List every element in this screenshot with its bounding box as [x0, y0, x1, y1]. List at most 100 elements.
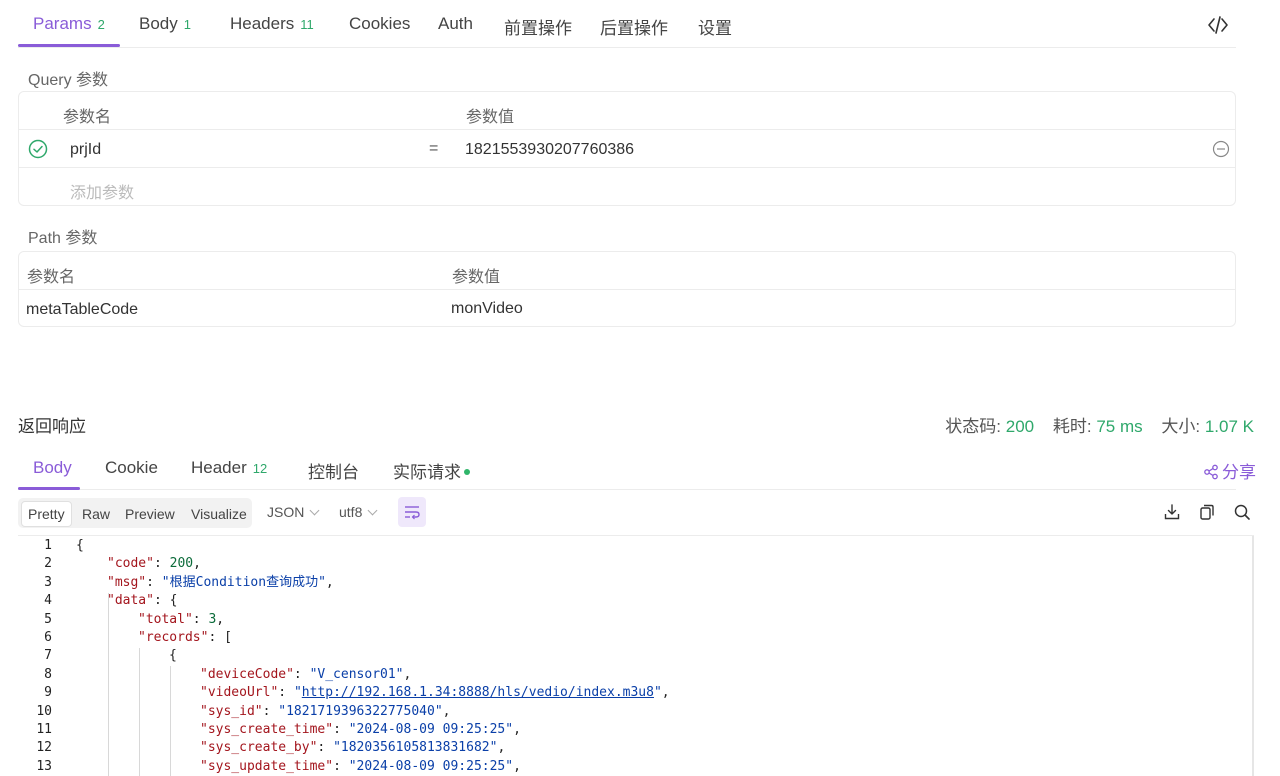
json-key: "code": [107, 556, 154, 572]
view-mode-visualize[interactable]: Visualize: [185, 503, 253, 525]
query-params-table: 参数名 参数值 prjId = 1821553930207760386 添加参数: [18, 91, 1236, 206]
share-icon: [1204, 464, 1218, 480]
view-mode-preview[interactable]: Preview: [119, 503, 181, 525]
tab-actual-request[interactable]: 实际请求: [393, 458, 470, 483]
json-punctuation: : {: [153, 593, 178, 609]
line-number: 5: [44, 611, 52, 627]
tab-settings[interactable]: 设置: [698, 14, 732, 39]
json-punctuation: :: [333, 758, 349, 774]
json-punctuation: : [: [208, 630, 232, 645]
response-body-code[interactable]: 1{2 "code": 200, 3 "msg": "根据Condition查询成功"…: [18, 535, 1254, 776]
time-label: 耗时:: [1052, 417, 1092, 436]
json-punctuation: ,: [442, 703, 451, 719]
code-line: 11 "sys_create_time": "2024-08-09 09:25:2…: [18, 721, 1248, 739]
code-brackets-icon[interactable]: [1206, 14, 1230, 36]
tab-pre-operations[interactable]: 前置操作: [504, 14, 572, 39]
code-text: {: [169, 647, 177, 665]
json-key: "videoUrl": [200, 685, 279, 701]
json-link[interactable]: http://192.168.1.34:8888/hls/vedio/index…: [302, 685, 654, 700]
download-icon[interactable]: [1163, 503, 1181, 521]
chevron-down-icon: [309, 505, 320, 516]
json-punctuation: ,: [403, 666, 412, 682]
json-punctuation: {: [169, 648, 177, 664]
json-punctuation: ,: [513, 758, 521, 774]
json-punctuation: :: [262, 703, 279, 719]
json-punctuation: ,: [193, 556, 201, 572]
copy-icon[interactable]: [1198, 503, 1216, 521]
wrap-lines-button[interactable]: [398, 497, 426, 527]
param-value[interactable]: 1821553930207760386: [465, 141, 634, 159]
path-params-title: Path 参数: [28, 230, 98, 247]
column-header-name: 参数名: [27, 269, 76, 286]
code-text: "sys_create_by": "1820356105813831682",: [200, 739, 505, 757]
json-punctuation: ,: [661, 685, 670, 701]
param-value[interactable]: monVideo: [451, 300, 523, 318]
tab-response-body[interactable]: Body: [33, 458, 72, 478]
json-punctuation: ,: [216, 611, 225, 627]
line-number: 11: [36, 722, 52, 737]
view-mode-raw[interactable]: Raw: [76, 503, 116, 525]
json-key: "sys_create_time": [200, 722, 334, 737]
share-button[interactable]: 分享: [1203, 458, 1256, 483]
json-punctuation: :: [317, 740, 334, 756]
line-number: 12: [36, 740, 52, 756]
tab-response-header[interactable]: Header 12: [191, 458, 267, 478]
tab-count: 12: [252, 461, 268, 476]
code-line: 7{: [18, 647, 1248, 665]
param-name: metaTableCode: [26, 301, 139, 318]
table-header: 参数名 参数值: [19, 252, 1235, 290]
code-text: "sys_update_time": "2024-08-09 09:25:25"…: [200, 758, 521, 776]
json-punctuation: :: [333, 722, 349, 737]
code-line: 8 "deviceCode": "V_censor01",: [18, 666, 1248, 684]
tab-count: 11: [300, 17, 314, 32]
tab-cookies[interactable]: Cookies: [349, 14, 410, 34]
tab-response-cookie[interactable]: Cookie: [105, 458, 158, 478]
status-code-label: 状态码:: [945, 417, 1002, 436]
status-code-value: 200: [1005, 417, 1035, 436]
tab-console[interactable]: 控制台: [308, 458, 359, 483]
code-line: 5 "total": 3,: [18, 611, 1248, 629]
column-header-value: 参数值: [452, 269, 501, 286]
size-label: 大小:: [1161, 417, 1201, 436]
json-string: ": [653, 685, 662, 701]
json-key: "data": [107, 593, 154, 609]
add-param-input[interactable]: 添加参数: [70, 179, 134, 203]
json-punctuation: :: [278, 685, 294, 701]
scrollbar-track[interactable]: [1252, 536, 1254, 776]
line-number: 6: [44, 630, 52, 645]
code-text: "deviceCode": "V_censor01",: [200, 666, 411, 684]
code-text: "videoUrl": "http://192.168.1.34:8888/hl…: [200, 684, 670, 702]
code-text: "records": [: [138, 629, 232, 647]
column-header-value: 参数值: [466, 109, 515, 126]
wrap-lines-icon: [405, 506, 420, 520]
tab-params[interactable]: Params 2: [33, 14, 105, 34]
json-punctuation: ,: [325, 574, 334, 590]
format-select[interactable]: JSON: [267, 504, 320, 520]
check-circle-icon[interactable]: [28, 139, 48, 159]
tab-post-operations[interactable]: 后置操作: [600, 14, 668, 39]
tab-auth[interactable]: Auth: [438, 14, 473, 34]
code-line: 12 "sys_create_by": "1820356105813831682"…: [18, 739, 1248, 757]
minus-circle-icon[interactable]: [1212, 140, 1230, 158]
table-row: prjId = 1821553930207760386: [19, 130, 1235, 168]
encoding-select[interactable]: utf8: [339, 504, 378, 520]
path-params-table: 参数名 参数值 metaTableCode monVideo: [18, 251, 1236, 327]
param-name[interactable]: prjId: [70, 141, 101, 159]
json-key: "sys_update_time": [200, 758, 334, 774]
response-toolbar: Pretty Raw Preview Visualize JSON utf8: [18, 496, 1254, 530]
view-mode-pretty[interactable]: Pretty: [21, 501, 72, 527]
json-key: "sys_id": [200, 703, 263, 719]
view-mode-segmented: Pretty Raw Preview Visualize: [18, 498, 252, 528]
tab-headers[interactable]: Headers 11: [230, 14, 314, 34]
column-header-name: 参数名: [63, 109, 112, 126]
json-punctuation: :: [192, 611, 209, 627]
tab-body[interactable]: Body 1: [139, 14, 191, 34]
search-icon[interactable]: [1233, 503, 1251, 521]
json-string: "根据Condition查询成功": [161, 574, 326, 590]
json-key: "total": [138, 611, 193, 627]
code-line: 6 "records": [: [18, 629, 1248, 647]
code-line: 4 "data": {: [18, 592, 1248, 610]
code-text: "total": 3,: [138, 611, 224, 629]
line-number: 8: [44, 666, 52, 682]
json-string: "2024-08-09 09:25:25": [348, 722, 514, 737]
